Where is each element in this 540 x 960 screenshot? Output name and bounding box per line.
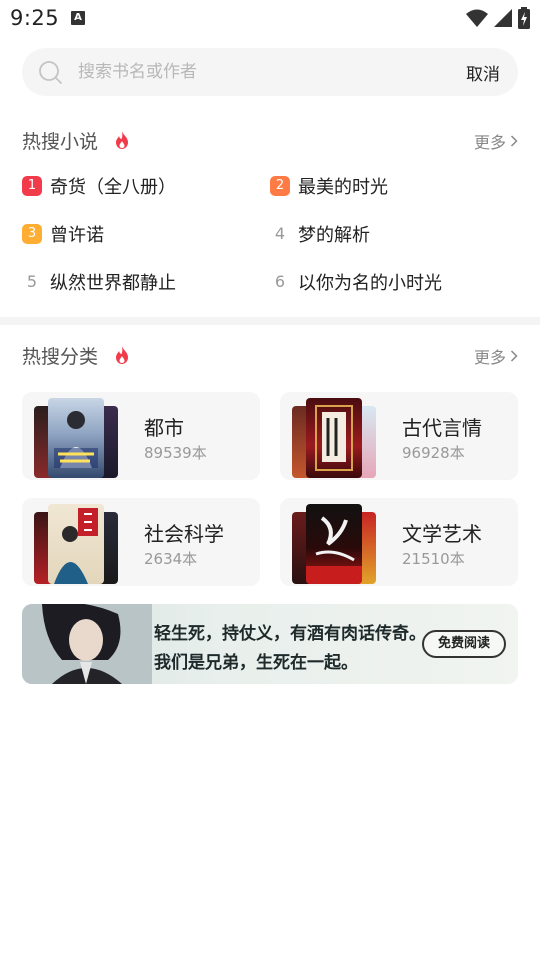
more-label: 更多 <box>473 133 506 152</box>
hot-categories-title: 热搜分类 <box>22 346 99 368</box>
wifi-icon <box>466 9 488 27</box>
novel-title: 曾许诺 <box>50 225 104 246</box>
status-bar: 9:25 A <box>0 0 540 36</box>
novel-title: 以你为名的小时光 <box>298 273 442 294</box>
category-name: 都市 <box>144 416 184 440</box>
hot-novel-item[interactable]: 5 纵然世界都静止 <box>22 267 176 297</box>
cover-art <box>306 516 362 584</box>
hot-categories-header: 热搜分类 更多 <box>22 342 518 372</box>
fire-icon <box>116 346 128 364</box>
cover-art <box>54 411 98 468</box>
rank-badge: 3 <box>22 224 42 244</box>
category-count: 21510本 <box>402 550 465 568</box>
category-count: 89539本 <box>144 444 207 462</box>
banner-line-2: 我们是兄弟，生死在一起。 <box>154 653 358 673</box>
hot-novels-header: 热搜小说 更多 <box>22 127 518 157</box>
hot-novel-item[interactable]: 3 曾许诺 <box>22 219 104 249</box>
more-label: 更多 <box>473 348 506 367</box>
book-cover-main <box>48 504 104 584</box>
rank-badge: 2 <box>270 176 290 196</box>
hot-novels-more-link[interactable]: 更多 <box>474 129 518 153</box>
category-count: 96928本 <box>402 444 465 462</box>
chevron-right-icon <box>510 350 518 362</box>
hot-novel-item[interactable]: 6 以你为名的小时光 <box>270 267 442 297</box>
hot-novel-item[interactable]: 4 梦的解析 <box>270 219 370 249</box>
section-divider <box>0 317 540 325</box>
notification-icon: A <box>71 11 85 25</box>
hot-categories-more-link[interactable]: 更多 <box>474 344 518 368</box>
novel-title: 纵然世界都静止 <box>50 273 176 294</box>
category-name: 社会科学 <box>144 522 224 546</box>
category-name: 文学艺术 <box>402 522 482 546</box>
book-cover-main <box>48 398 104 478</box>
category-card-ancient-romance[interactable]: 古代言情 96928本 <box>280 392 518 480</box>
promo-banner[interactable]: 轻生死，持仗义，有酒有肉话传奇。 我们是兄弟，生死在一起。 免费阅读 <box>22 604 518 684</box>
rank-badge: 1 <box>22 176 42 196</box>
cancel-button[interactable]: 取消 <box>466 60 500 85</box>
book-cover-main <box>306 398 362 478</box>
battery-icon <box>518 7 530 29</box>
rank-number: 5 <box>26 272 38 291</box>
banner-character-image <box>22 604 152 684</box>
search-bar: 取消 <box>22 48 518 96</box>
status-time: 9:25 <box>10 6 60 30</box>
category-card-literature-art[interactable]: 文学艺术 21510本 <box>280 498 518 586</box>
novel-title: 最美的时光 <box>298 177 388 198</box>
status-icons <box>466 7 530 29</box>
chevron-right-icon <box>510 135 518 147</box>
hot-novel-item[interactable]: 2 最美的时光 <box>270 171 388 201</box>
hot-novels-title: 热搜小说 <box>22 131 99 153</box>
novel-title: 梦的解析 <box>298 225 370 246</box>
free-read-button[interactable]: 免费阅读 <box>422 630 506 658</box>
book-cover-main <box>306 504 362 584</box>
category-name: 古代言情 <box>402 416 482 440</box>
rank-number: 4 <box>274 224 286 243</box>
cover-art <box>315 405 353 471</box>
signal-icon <box>494 9 512 27</box>
banner-line-1: 轻生死，持仗义，有酒有肉话传奇。 <box>154 624 426 644</box>
search-icon <box>39 61 62 84</box>
category-count: 2634本 <box>144 550 198 568</box>
rank-number: 6 <box>274 272 286 291</box>
novel-title: 奇货（全八册） <box>50 177 176 198</box>
cover-art <box>54 508 98 584</box>
fire-icon <box>116 131 128 149</box>
hot-novel-item[interactable]: 1 奇货（全八册） <box>22 171 176 201</box>
category-card-social-science[interactable]: 社会科学 2634本 <box>22 498 260 586</box>
search-input[interactable] <box>78 48 438 96</box>
category-card-urban[interactable]: 都市 89539本 <box>22 392 260 480</box>
